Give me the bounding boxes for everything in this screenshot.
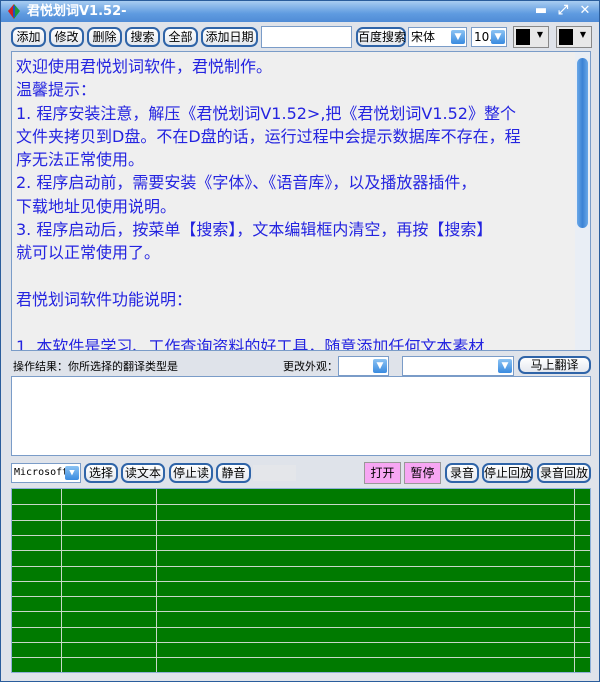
grid-column-line (574, 489, 575, 672)
color-swatch (516, 29, 530, 45)
text-line: 文件夹拷贝到D盘。不在D盘的话，运行过程中会提示数据库不存在，程 (16, 126, 521, 146)
text-line: 下载地址见使用说明。 (16, 196, 177, 216)
app-logo-icon (8, 4, 20, 19)
grid-row-line (12, 642, 590, 643)
grid-row-line (12, 580, 590, 582)
search-input[interactable] (261, 26, 352, 48)
grid-row-line (12, 626, 590, 628)
result-label: 操作结果：你所选择的翻译类型是 (13, 360, 178, 373)
read-text-button[interactable]: 读文本 (121, 463, 165, 483)
font-select[interactable]: 宋体 ▼ (408, 27, 467, 47)
chevron-down-icon: ▼ (491, 30, 505, 44)
close-icon[interactable]: ✕ (577, 3, 593, 19)
font-size-select[interactable]: 10. ▼ (471, 27, 507, 47)
grid-row-line (12, 519, 590, 521)
color-swatch (559, 29, 573, 45)
skin-select[interactable]: ▼ (338, 356, 389, 376)
chevron-down-icon: ▼ (65, 466, 79, 480)
minimize-icon[interactable]: ▬ (533, 3, 549, 19)
chevron-down-icon: ▼ (451, 30, 465, 44)
text-line: 温馨提示： (16, 80, 97, 100)
grid-row-line (12, 504, 590, 506)
search-button[interactable]: 搜索 (125, 27, 160, 47)
vertical-scrollbar[interactable] (575, 52, 590, 350)
stop-read-button[interactable]: 停止读 (169, 463, 213, 483)
baidu-search-button[interactable]: 百度搜索 (356, 27, 406, 47)
text-line: 欢迎使用君悦划词软件，君悦制作。 (16, 57, 273, 76)
translate-type-select[interactable]: ▼ (402, 356, 514, 376)
text-color-picker[interactable]: ▼ (513, 26, 549, 48)
select-button[interactable]: 选择 (84, 463, 118, 483)
translate-now-button[interactable]: 马上翻译 (518, 356, 591, 374)
data-grid[interactable] (11, 488, 591, 673)
mute-button[interactable]: 静音 (216, 463, 251, 483)
title-bar: 君悦划词V1.52- ▬ ⤢ ✕ (1, 1, 599, 22)
text-line (16, 311, 521, 334)
text-content: 欢迎使用君悦划词软件，君悦制作。 温馨提示： 1. 程序安装注意，解压《君悦划词V1… (16, 55, 521, 351)
text-editor[interactable]: 欢迎使用君悦划词软件，君悦制作。 温馨提示： 1. 程序安装注意，解压《君悦划词V1… (11, 51, 591, 351)
bg-color-picker[interactable]: ▼ (556, 26, 592, 48)
text-line: 2. 程序启动前，需要安装《字体》、《语音库》，以及播放器插件， (16, 173, 477, 193)
grid-row-line (12, 550, 590, 552)
grid-column-line (156, 489, 157, 672)
dropdown-arrow-icon: ▼ (579, 30, 587, 39)
add-date-button[interactable]: 添加日期 (201, 27, 258, 47)
translation-output[interactable] (11, 376, 591, 456)
text-line: 序无法正常使用。 (16, 150, 145, 170)
text-line: 1. 本软件是学习、工作查询资料的好工具，随意添加任何文本素材 (16, 336, 485, 351)
text-line: 就可以正常使用了。 (16, 243, 161, 263)
grid-row-line (12, 611, 590, 613)
main-window: 君悦划词V1.52- ▬ ⤢ ✕ 添加 修改 删除 搜索 全部 添加日期 百度搜… (0, 0, 600, 682)
add-button[interactable]: 添加 (11, 27, 46, 47)
maximize-icon[interactable]: ⤢ (555, 3, 571, 19)
grid-column-line (61, 489, 62, 672)
all-button[interactable]: 全部 (163, 27, 198, 47)
skin-label: 更改外观： (283, 360, 338, 373)
chevron-down-icon: ▼ (498, 359, 512, 373)
font-value: 宋体 (411, 30, 436, 44)
record-playback-button[interactable]: 录音回放 (537, 463, 591, 483)
text-line: 1. 程序安装注意，解压《君悦划词V1.52>,把《君悦划词V1.52》整个 (16, 103, 516, 123)
grid-row-line (12, 534, 590, 536)
text-line: 3. 程序启动后，按菜单【搜索】，文本编辑框内清空，再按【搜索】 (16, 220, 493, 240)
grid-row-line (12, 657, 590, 659)
pause-button[interactable]: 暂停 (404, 462, 441, 484)
stop-playback-button[interactable]: 停止回放 (482, 463, 533, 483)
voice-value: Microsoft (14, 467, 69, 478)
delete-button[interactable]: 删除 (87, 27, 122, 47)
scrollbar-thumb[interactable] (577, 58, 588, 228)
chevron-down-icon: ▼ (373, 359, 387, 373)
record-button[interactable]: 录音 (445, 463, 479, 483)
text-line (16, 265, 521, 288)
grid-row-line (12, 565, 590, 567)
window-title: 君悦划词V1.52- (27, 4, 127, 19)
text-line: 君悦划词软件功能说明： (16, 289, 193, 309)
edit-button[interactable]: 修改 (49, 27, 84, 47)
voice-select[interactable]: Microsoft ▼ (11, 463, 81, 483)
dropdown-arrow-icon: ▼ (536, 30, 544, 39)
volume-slider[interactable] (253, 465, 296, 481)
open-button[interactable]: 打开 (364, 462, 401, 484)
grid-row-line (12, 596, 590, 598)
